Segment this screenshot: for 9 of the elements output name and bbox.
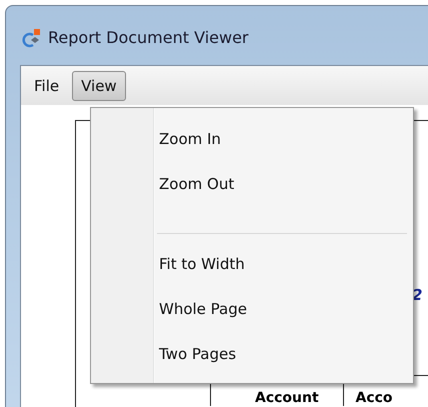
menu-option[interactable]: Two Pages <box>93 331 411 377</box>
menu-item[interactable]: File <box>25 70 68 100</box>
app-icon <box>22 28 42 48</box>
menu-option[interactable]: Zoom Out <box>93 161 411 207</box>
menu-option[interactable]: Whole Page <box>93 286 411 332</box>
menu-option[interactable]: Zoom In <box>93 116 411 162</box>
menu-item[interactable]: View <box>72 70 126 100</box>
menu-option[interactable]: Fit to Width <box>93 241 411 287</box>
window-title: Report Document Viewer <box>48 28 248 47</box>
